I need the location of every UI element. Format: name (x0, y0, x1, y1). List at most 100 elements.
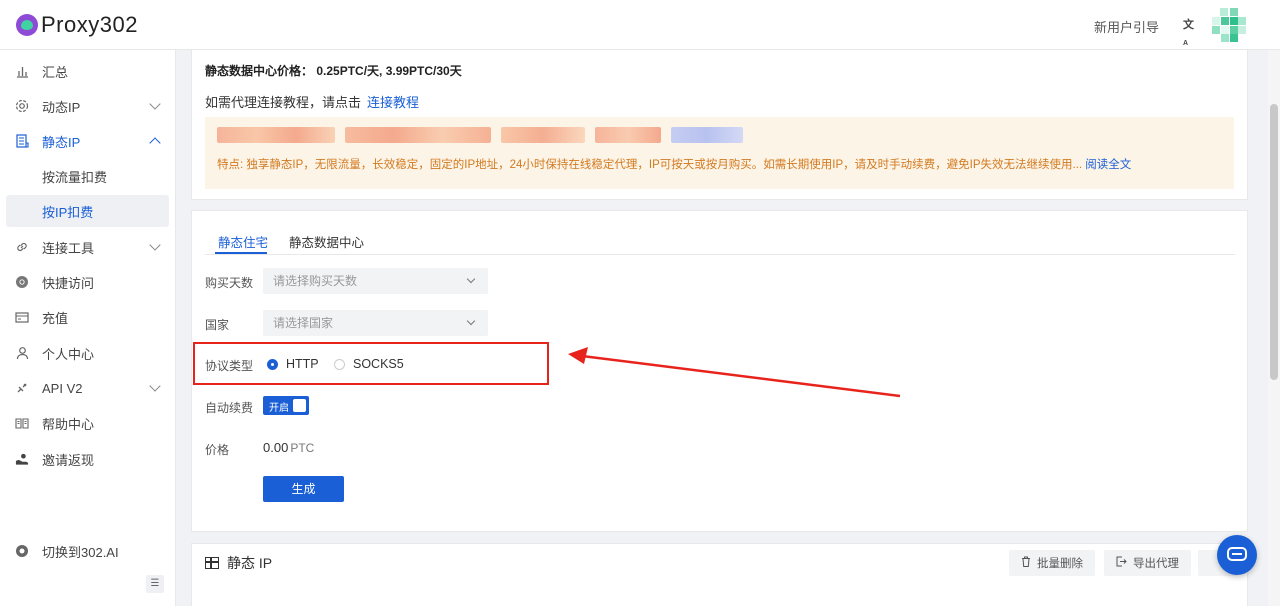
sidebar-item-invite-cashback[interactable]: 邀请返现 (6, 442, 169, 476)
radio-socks5[interactable]: SOCKS5 (334, 357, 404, 371)
sidebar-item-label: 邀请返现 (42, 452, 95, 468)
gift-icon (15, 452, 29, 466)
radio-http[interactable]: HTTP (267, 357, 319, 371)
sidebar-item-dynamic-ip[interactable]: 动态IP (6, 89, 169, 123)
new-user-guide-link[interactable]: 新用户引导 (1094, 17, 1159, 36)
sidebar-item-label: 汇总 (42, 64, 69, 80)
batch-delete-button[interactable]: 批量删除 (1009, 550, 1095, 576)
avatar[interactable] (1212, 8, 1246, 42)
sidebar-item-connect-tools[interactable]: 连接工具 (6, 230, 169, 264)
protocol-label: 协议类型 (205, 359, 254, 373)
annotation-arrow (568, 347, 901, 398)
export-proxy-button[interactable]: 导出代理 (1104, 550, 1191, 576)
logo[interactable]: Proxy302 (16, 12, 138, 38)
gear-icon (15, 99, 29, 113)
top-header: Proxy302 新用户引导 文A (0, 0, 1280, 50)
country-label: 国家 (205, 318, 230, 332)
batch-delete-label: 批量删除 (1037, 558, 1083, 570)
country-select[interactable]: 请选择国家 (263, 310, 488, 336)
switch-to-302ai[interactable]: 切换到302.AI (6, 534, 169, 568)
price-label: 价格 (205, 443, 230, 457)
days-label: 购买天数 (205, 276, 254, 290)
price-unit: PTC (290, 441, 315, 455)
notice-text: 特点: 独享静态IP，无限流量，长效稳定，固定的IP地址，24小时保持在线稳定代… (217, 156, 1131, 172)
radio-http-label: HTTP (286, 357, 319, 371)
price-info: 静态数据中心价格： 0.25PTC/天, 3.99PTC/30天 (205, 64, 462, 78)
tab-static-datacenter[interactable]: 静态数据中心 (289, 232, 364, 251)
radio-unchecked-icon (334, 358, 345, 370)
sidebar-item-profile[interactable]: 个人中心 (6, 336, 169, 370)
read-more-link[interactable]: 阅读全文 (1085, 159, 1131, 171)
sidebar-item-recharge[interactable]: 充值 (6, 300, 169, 334)
radio-checked-icon (267, 358, 278, 370)
chevron-down-icon (149, 239, 161, 251)
collapse-sidebar-icon[interactable]: ☰ (146, 575, 164, 593)
chart-icon (15, 64, 29, 78)
blurred-text (217, 127, 743, 145)
sidebar-item-label: 帮助中心 (42, 416, 95, 432)
export-icon (1116, 556, 1127, 570)
radio-socks5-label: SOCKS5 (353, 357, 404, 371)
tab-bar: 静态住宅 静态数据中心 (205, 228, 1235, 255)
chrome-icon (15, 275, 29, 289)
switch-label: 切换到302.AI (42, 544, 119, 560)
sidebar-item-label: 按流量扣费 (42, 169, 108, 185)
sidebar-item-api-v2[interactable]: API V2 (6, 371, 169, 405)
chat-support-button[interactable] (1217, 535, 1257, 575)
price-value: 0.00 (263, 440, 289, 455)
scrollbar-thumb[interactable] (1270, 104, 1278, 380)
sidebar-item-summary[interactable]: 汇总 (6, 54, 169, 88)
tab-underline (215, 252, 267, 254)
sidebar-item-label: 静态IP (42, 134, 81, 150)
tutorial-link[interactable]: 连接教程 (367, 95, 419, 110)
sidebar-item-label: 充值 (42, 310, 69, 326)
sidebar-item-quick-access[interactable]: 快捷访问 (6, 265, 169, 299)
notice-box: 特点: 独享静态IP，无限流量，长效稳定，固定的IP地址，24小时保持在线稳定代… (205, 117, 1234, 189)
chevron-up-icon (149, 137, 161, 149)
tab-static-residential[interactable]: 静态住宅 (218, 232, 268, 251)
chevron-down-icon (466, 316, 476, 326)
tutorial-prefix: 如需代理连接教程，请点击 (205, 95, 362, 110)
link-icon (15, 240, 29, 254)
days-select[interactable]: 请选择购买天数 (263, 268, 488, 294)
auto-renew-label: 自动续费 (205, 401, 254, 415)
server-icon (15, 134, 29, 148)
auto-renew-toggle[interactable]: 开启 (263, 396, 309, 415)
book-icon (15, 416, 29, 430)
user-icon (15, 346, 29, 360)
toggle-knob (293, 399, 306, 412)
country-placeholder: 请选择国家 (273, 316, 334, 330)
toggle-state-label: 开启 (269, 403, 289, 414)
chevron-down-icon (466, 274, 476, 284)
page-scrollbar[interactable] (1268, 50, 1280, 606)
trash-icon (1021, 556, 1031, 570)
notice-body: 特点: 独享静态IP，无限流量，长效稳定，固定的IP地址，24小时保持在线稳定代… (217, 159, 1083, 171)
sidebar-item-label: 动态IP (42, 99, 81, 115)
logo-icon (16, 14, 38, 36)
chevron-down-icon (149, 380, 161, 392)
sidebar-item-label: 连接工具 (42, 240, 95, 256)
chevron-down-icon (149, 98, 161, 110)
price-display: 0.00 PTC (263, 440, 314, 455)
switch-icon (15, 544, 29, 558)
static-ip-title: 静态 IP (205, 553, 272, 573)
table-icon (205, 557, 219, 569)
sidebar-subitem-by-ip[interactable]: 按IP扣费 (6, 195, 169, 227)
wallet-icon (15, 310, 29, 324)
sidebar-item-label: API V2 (42, 380, 83, 396)
export-proxy-label: 导出代理 (1133, 558, 1179, 570)
sidebar-item-static-ip[interactable]: 静态IP (6, 124, 169, 158)
days-placeholder: 请选择购买天数 (273, 274, 358, 288)
generate-button[interactable]: 生成 (263, 476, 344, 502)
sidebar-item-label: 快捷访问 (42, 275, 95, 291)
api-icon (15, 381, 29, 395)
logo-text: Proxy302 (41, 12, 138, 37)
translate-icon[interactable]: 文A (1183, 18, 1197, 47)
sidebar-subitem-by-traffic[interactable]: 按流量扣费 (6, 160, 169, 192)
static-ip-title-text: 静态 IP (227, 555, 273, 571)
chat-icon (1227, 547, 1247, 561)
sidebar-item-help-center[interactable]: 帮助中心 (6, 406, 169, 440)
tutorial-line: 如需代理连接教程，请点击 连接教程 (205, 92, 419, 111)
sidebar-item-label: 按IP扣费 (42, 204, 94, 220)
sidebar: 汇总 动态IP 静态IP 按流量扣费 按IP扣费 连接工具 快捷访问 充值 个人… (0, 50, 176, 606)
